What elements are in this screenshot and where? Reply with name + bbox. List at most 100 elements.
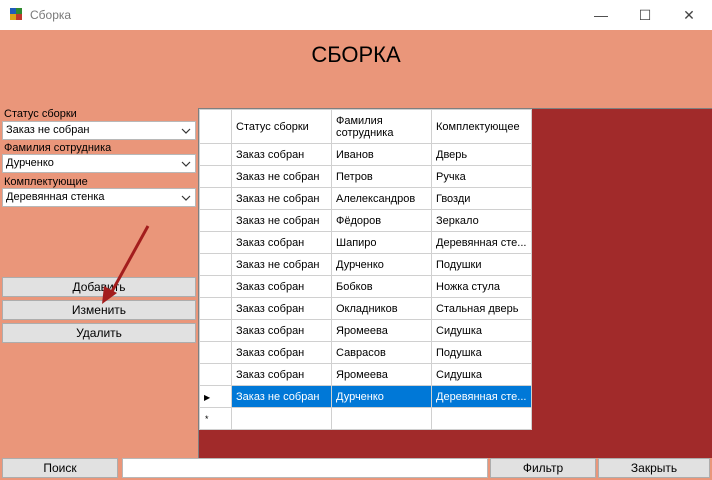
table-row[interactable]: Заказ не собран Дурченко Подушки: [199, 253, 532, 276]
row-header-cell[interactable]: [199, 209, 232, 232]
data-grid[interactable]: Статус сборки Фамилия сотрудника Комплек…: [198, 108, 712, 458]
close-button[interactable]: Закрыть: [598, 458, 710, 478]
cell-employee[interactable]: Яромеева: [331, 363, 432, 386]
row-header-cell[interactable]: *: [199, 407, 232, 430]
component-label: Комплектующие: [4, 176, 88, 188]
status-combobox[interactable]: Заказ не собран: [2, 121, 196, 140]
row-header-cell[interactable]: [199, 187, 232, 210]
table-row[interactable]: Заказ собран Саврасов Подушка: [199, 341, 532, 364]
close-window-button[interactable]: ✕: [666, 0, 712, 30]
new-row[interactable]: *: [199, 407, 532, 430]
cell-component[interactable]: Ножка стула: [431, 275, 532, 298]
search-input[interactable]: [122, 458, 488, 478]
status-value: Заказ не собран: [6, 124, 90, 136]
table-row[interactable]: Заказ собран Окладников Стальная дверь: [199, 297, 532, 320]
maximize-button[interactable]: ☐: [622, 0, 668, 30]
cell-status[interactable]: Заказ собран: [231, 143, 332, 166]
minimize-icon: —: [594, 7, 608, 23]
cell-component[interactable]: Подушки: [431, 253, 532, 276]
maximize-icon: ☐: [638, 7, 652, 23]
cell-employee[interactable]: Бобков: [331, 275, 432, 298]
cell-status[interactable]: Заказ не собран: [231, 187, 332, 210]
edit-button[interactable]: Изменить: [2, 300, 196, 320]
app-icon: [10, 8, 22, 20]
add-button[interactable]: Добавить: [2, 277, 196, 297]
table-row[interactable]: Заказ собран Яромеева Сидушка: [199, 319, 532, 342]
row-header-cell[interactable]: [199, 253, 232, 276]
minimize-button[interactable]: —: [578, 0, 624, 30]
component-value: Деревянная стенка: [6, 191, 105, 203]
component-combobox[interactable]: Деревянная стенка: [2, 188, 196, 207]
search-button[interactable]: Поиск: [2, 458, 118, 478]
window-title: Сборка: [30, 8, 72, 22]
cell-status[interactable]: Заказ собран: [231, 231, 332, 254]
row-header-cell[interactable]: ▶: [199, 385, 232, 408]
row-header-cell[interactable]: [199, 143, 232, 166]
cell-component[interactable]: Подушка: [431, 341, 532, 364]
cell-component[interactable]: Сидушка: [431, 319, 532, 342]
grid-table: Статус сборки Фамилия сотрудника Комплек…: [199, 109, 532, 430]
row-header-cell[interactable]: [199, 363, 232, 386]
new-row-icon: *: [205, 413, 209, 424]
table-row[interactable]: Заказ не собран Фёдоров Зеркало: [199, 209, 532, 232]
chevron-down-icon: [181, 161, 191, 167]
cell-employee[interactable]: Окладников: [331, 297, 432, 320]
cell-component[interactable]: Деревянная сте...: [431, 231, 532, 254]
form-client-area: СБОРКА Статус сборки Заказ не собран Фам…: [0, 30, 712, 480]
cell-component[interactable]: Сидушка: [431, 363, 532, 386]
grid-corner-cell[interactable]: [199, 109, 232, 144]
table-row[interactable]: Заказ собран Яромеева Сидушка: [199, 363, 532, 386]
cell-employee[interactable]: Саврасов: [331, 341, 432, 364]
cell-status[interactable]: Заказ собран: [231, 297, 332, 320]
cell-component[interactable]: Гвозди: [431, 187, 532, 210]
row-header-cell[interactable]: [199, 275, 232, 298]
cell-employee[interactable]: Яромеева: [331, 319, 432, 342]
table-row[interactable]: Заказ не собран Петров Ручка: [199, 165, 532, 188]
cell-status[interactable]: Заказ собран: [231, 275, 332, 298]
cell-status[interactable]: Заказ не собран: [231, 385, 332, 408]
column-header-status[interactable]: Статус сборки: [231, 109, 332, 144]
chevron-down-icon: [181, 128, 191, 134]
table-row[interactable]: ▶ Заказ не собран Дурченко Деревянная сте..…: [199, 385, 532, 408]
cell-status[interactable]: Заказ собран: [231, 341, 332, 364]
page-title: СБОРКА: [311, 42, 401, 67]
cell-component[interactable]: Зеркало: [431, 209, 532, 232]
row-header-cell[interactable]: [199, 231, 232, 254]
cell-employee[interactable]: Петров: [331, 165, 432, 188]
table-row[interactable]: Заказ не собран Алелександров Гвозди: [199, 187, 532, 210]
cell-component[interactable]: Деревянная сте...: [431, 385, 532, 408]
new-row-cell[interactable]: [331, 407, 432, 430]
cell-status[interactable]: Заказ собран: [231, 319, 332, 342]
cell-component[interactable]: Ручка: [431, 165, 532, 188]
cell-status[interactable]: Заказ не собран: [231, 165, 332, 188]
row-header-cell[interactable]: [199, 341, 232, 364]
cell-status[interactable]: Заказ не собран: [231, 253, 332, 276]
table-row[interactable]: Заказ собран Шапиро Деревянная сте...: [199, 231, 532, 254]
row-header-cell[interactable]: [199, 165, 232, 188]
cell-employee[interactable]: Шапиро: [331, 231, 432, 254]
grid-header-row: Статус сборки Фамилия сотрудника Комплек…: [199, 109, 532, 144]
delete-button[interactable]: Удалить: [2, 323, 196, 343]
cell-component[interactable]: Стальная дверь: [431, 297, 532, 320]
filter-button[interactable]: Фильтр: [490, 458, 596, 478]
employee-combobox[interactable]: Дурченко: [2, 154, 196, 173]
cell-employee[interactable]: Иванов: [331, 143, 432, 166]
employee-label: Фамилия сотрудника: [4, 142, 112, 154]
table-row[interactable]: Заказ собран Иванов Дверь: [199, 143, 532, 166]
cell-employee[interactable]: Дурченко: [331, 253, 432, 276]
cell-status[interactable]: Заказ собран: [231, 363, 332, 386]
title-bar: Сборка — ☐ ✕: [0, 0, 712, 30]
column-header-employee[interactable]: Фамилия сотрудника: [331, 109, 432, 144]
row-header-cell[interactable]: [199, 297, 232, 320]
employee-value: Дурченко: [6, 157, 54, 169]
row-header-cell[interactable]: [199, 319, 232, 342]
cell-component[interactable]: Дверь: [431, 143, 532, 166]
column-header-component[interactable]: Комплектующее: [431, 109, 532, 144]
new-row-cell[interactable]: [231, 407, 332, 430]
cell-employee[interactable]: Фёдоров: [331, 209, 432, 232]
cell-employee[interactable]: Дурченко: [331, 385, 432, 408]
cell-status[interactable]: Заказ не собран: [231, 209, 332, 232]
cell-employee[interactable]: Алелександров: [331, 187, 432, 210]
table-row[interactable]: Заказ собран Бобков Ножка стула: [199, 275, 532, 298]
new-row-cell[interactable]: [431, 407, 532, 430]
